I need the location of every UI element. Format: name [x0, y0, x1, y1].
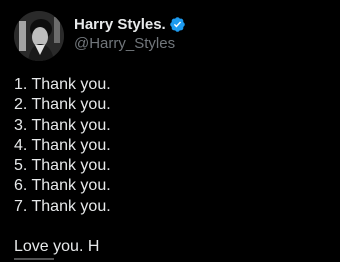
- verified-badge-icon: [169, 16, 186, 33]
- tweet-line: 7. Thank you.: [14, 197, 111, 215]
- display-name[interactable]: Harry Styles.: [74, 16, 166, 33]
- avatar-photo: [14, 11, 64, 61]
- tweet-line: 4. Thank you.: [14, 136, 111, 154]
- tweet-line: 3. Thank you.: [14, 116, 111, 134]
- avatar[interactable]: [14, 11, 64, 61]
- tweet-line: 1. Thank you.: [14, 76, 111, 93]
- tweet-line: 6. Thank you.: [14, 177, 111, 195]
- clipped-content-edge: [14, 258, 54, 262]
- author-handle[interactable]: @Harry_Styles: [74, 35, 175, 52]
- author-name-row: Harry Styles.: [74, 13, 186, 35]
- tweet-card: Harry Styles. @Harry_Styles 1. Thank you…: [0, 0, 340, 262]
- tweet-signoff: Love you. H: [14, 238, 100, 256]
- tweet-line: 2. Thank you.: [14, 96, 111, 114]
- tweet-text: 1. Thank you. 2. Thank you. 3. Thank you…: [14, 75, 329, 257]
- tweet-line: 5. Thank you.: [14, 157, 111, 175]
